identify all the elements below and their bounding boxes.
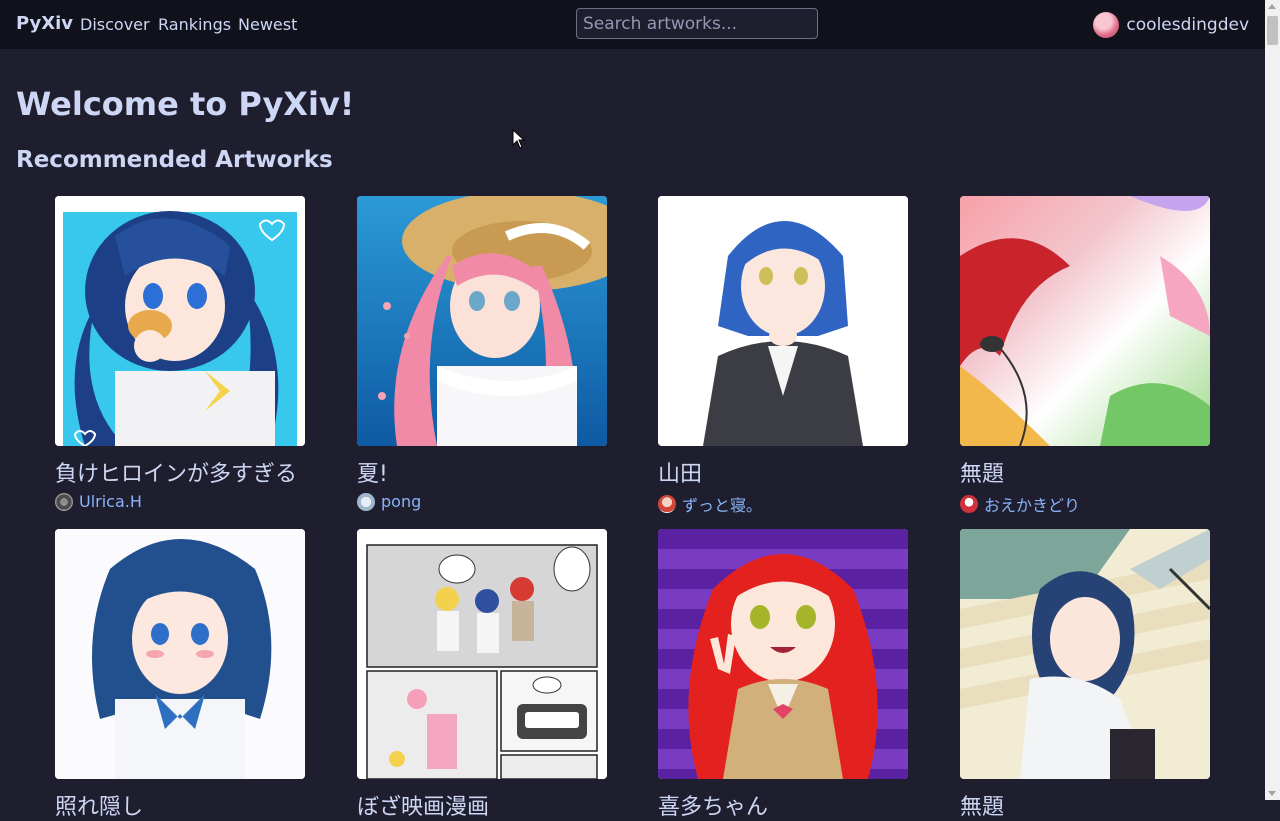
username-label: coolesdingdev [1126, 15, 1249, 35]
search-input[interactable] [576, 8, 818, 39]
brand-logo-link[interactable]: PyXiv [16, 13, 73, 34]
artwork-title[interactable]: 負けヒロインが多すぎる [55, 456, 305, 488]
nav-link-discover[interactable]: Discover [80, 15, 150, 34]
artwork-author-link[interactable]: Ulrica.H [55, 492, 305, 511]
scroll-down-arrow-icon[interactable] [1268, 791, 1276, 796]
author-avatar [658, 495, 676, 513]
artwork-author-link[interactable]: おえかきどり [960, 492, 1210, 516]
artwork-thumbnail[interactable] [658, 529, 908, 779]
artwork-card[interactable]: 夏! pong [357, 196, 607, 511]
artwork-thumbnail[interactable] [55, 529, 305, 779]
page-scrollbar[interactable] [1265, 0, 1280, 800]
user-profile-link[interactable]: coolesdingdev [1093, 12, 1249, 38]
artwork-title[interactable]: 照れ隠し [55, 789, 305, 821]
author-avatar [55, 492, 73, 511]
nav-link-newest[interactable]: Newest [238, 15, 297, 34]
artwork-thumbnail[interactable] [357, 529, 607, 779]
artwork-author-link[interactable]: pong [357, 492, 607, 511]
artwork-title[interactable]: 無題 [960, 789, 1210, 821]
welcome-heading: Welcome to PyXiv! [16, 85, 355, 123]
artwork-card[interactable]: ぼざ映画漫画 [357, 529, 607, 821]
artwork-title[interactable]: 無題 [960, 456, 1210, 488]
artwork-card[interactable]: 山田 ずっと寝。 [658, 196, 908, 516]
author-name: pong [381, 492, 422, 511]
top-navbar: PyXiv Discover Rankings Newest coolesdin… [0, 0, 1265, 49]
author-name: Ulrica.H [79, 492, 142, 511]
artwork-title[interactable]: 喜多ちゃん [658, 789, 908, 821]
artwork-title[interactable]: ぼざ映画漫画 [357, 789, 607, 821]
nav-link-rankings[interactable]: Rankings [158, 15, 231, 34]
scroll-up-arrow-icon[interactable] [1268, 4, 1276, 9]
artwork-card[interactable]: 無題 [960, 529, 1210, 821]
scrollbar-thumb[interactable] [1267, 16, 1278, 45]
author-name: ずっと寝。 [682, 496, 763, 515]
author-avatar [960, 495, 978, 513]
recommended-heading: Recommended Artworks [16, 147, 333, 173]
artwork-thumbnail[interactable] [357, 196, 607, 446]
artwork-card[interactable]: 無題 おえかきどり [960, 196, 1210, 516]
mouse-cursor-icon [512, 129, 526, 149]
artwork-card[interactable]: 喜多ちゃん [658, 529, 908, 821]
artwork-title[interactable]: 山田 [658, 456, 908, 488]
author-name: おえかきどり [984, 496, 1081, 515]
artwork-title[interactable]: 夏! [357, 456, 607, 488]
artwork-thumbnail[interactable] [658, 196, 908, 446]
artwork-card[interactable]: 負けヒロインが多すぎる Ulrica.H [55, 196, 305, 511]
user-avatar [1093, 12, 1120, 38]
artwork-card[interactable]: 照れ隠し [55, 529, 305, 821]
artwork-thumbnail[interactable] [960, 196, 1210, 446]
author-avatar [357, 492, 375, 511]
artwork-thumbnail[interactable] [55, 196, 305, 446]
artwork-thumbnail[interactable] [960, 529, 1210, 779]
artwork-author-link[interactable]: ずっと寝。 [658, 492, 908, 516]
